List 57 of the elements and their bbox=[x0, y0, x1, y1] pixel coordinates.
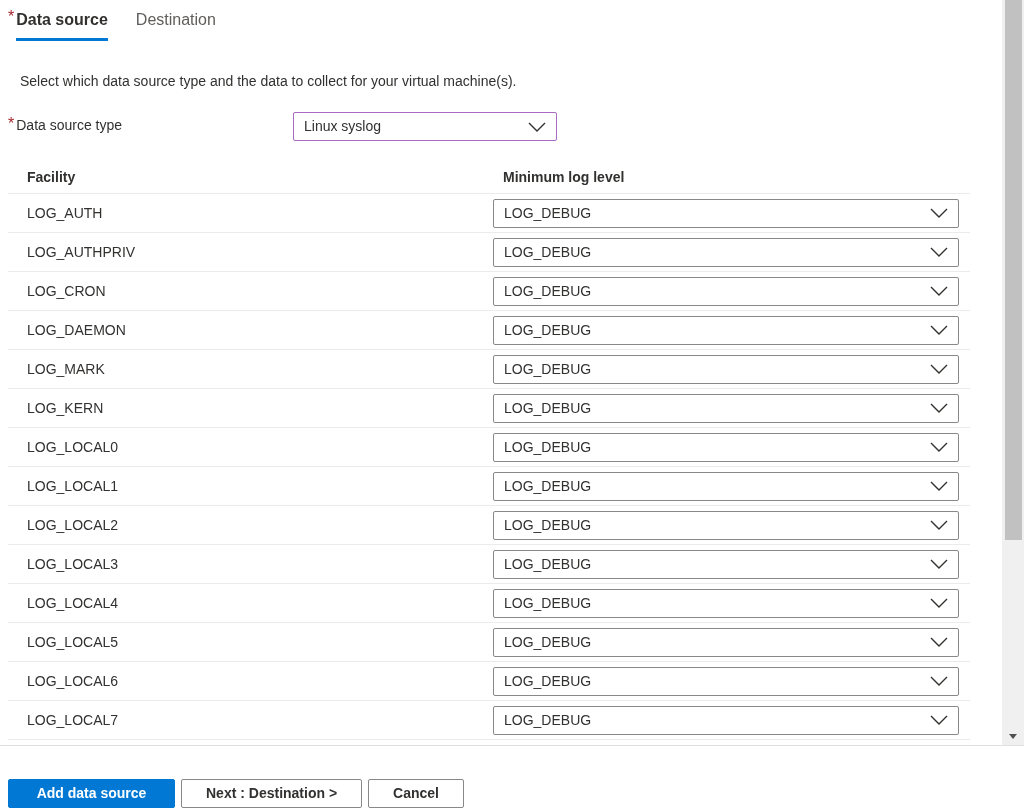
log-level-dropdown[interactable]: LOG_DEBUG bbox=[493, 315, 959, 345]
scrollbar[interactable] bbox=[1002, 0, 1024, 745]
facility-cell-text: LOG_LOCAL0 bbox=[26, 437, 120, 457]
chevron-down-icon bbox=[930, 364, 948, 374]
footer-button[interactable]: Cancel bbox=[368, 779, 464, 808]
field-label: Data source type bbox=[16, 116, 123, 135]
log-level-dropdown[interactable]: LOG_DEBUG bbox=[493, 627, 959, 657]
log-level-dropdown[interactable]: LOG_DEBUG bbox=[493, 549, 959, 579]
chevron-down-icon bbox=[930, 286, 948, 296]
chevron-down-icon bbox=[930, 403, 948, 413]
chevron-down-icon bbox=[930, 676, 948, 686]
chevron-down-icon bbox=[930, 559, 948, 569]
chevron-down-icon bbox=[930, 715, 948, 725]
column-header: Minimum log level bbox=[502, 167, 625, 187]
chevron-down-icon bbox=[528, 121, 546, 132]
log-level-dropdown[interactable]: LOG_DEBUG bbox=[493, 705, 959, 735]
facility-cell-text: LOG_CRON bbox=[26, 281, 107, 301]
scroll-down-icon[interactable] bbox=[1009, 734, 1017, 739]
chevron-down-icon bbox=[930, 637, 948, 647]
chevron-down-icon bbox=[930, 520, 948, 530]
facility-cell-text: LOG_LOCAL2 bbox=[26, 515, 120, 535]
tab[interactable]: Data source bbox=[16, 8, 108, 41]
tab[interactable]: Destination bbox=[135, 8, 216, 41]
facility-cell-text: LOG_AUTH bbox=[26, 203, 104, 223]
chevron-down-icon bbox=[930, 325, 948, 335]
facility-cell-text: LOG_DAEMON bbox=[26, 320, 127, 340]
log-level-dropdown[interactable]: LOG_DEBUG bbox=[493, 471, 959, 501]
log-level-dropdown[interactable]: LOG_DEBUG bbox=[493, 393, 959, 423]
facility-cell-text: LOG_LOCAL4 bbox=[26, 593, 120, 613]
log-level-dropdown[interactable]: LOG_DEBUG bbox=[493, 432, 959, 462]
facility-cell-text: LOG_LOCAL6 bbox=[26, 671, 120, 691]
chevron-down-icon bbox=[930, 247, 948, 257]
log-level-dropdown[interactable]: LOG_DEBUG bbox=[493, 276, 959, 306]
facility-cell-text: LOG_LOCAL7 bbox=[26, 710, 120, 730]
log-level-dropdown[interactable]: LOG_DEBUG bbox=[493, 237, 959, 267]
log-level-dropdown[interactable]: LOG_DEBUG bbox=[493, 198, 959, 228]
chevron-down-icon bbox=[930, 598, 948, 608]
description-text: Select which data source type and the data to collect for your virtual machine(s). bbox=[20, 72, 518, 91]
log-level-dropdown[interactable]: LOG_DEBUG bbox=[493, 354, 959, 384]
required-mark: * bbox=[8, 9, 15, 25]
facility-cell-text: LOG_MARK bbox=[26, 359, 106, 379]
required-mark: * bbox=[8, 116, 15, 132]
log-level-dropdown[interactable]: LOG_DEBUG bbox=[493, 666, 959, 696]
facility-cell-text: LOG_LOCAL5 bbox=[26, 632, 120, 652]
facility-cell-text: LOG_LOCAL3 bbox=[26, 554, 120, 574]
log-level-dropdown[interactable]: LOG_DEBUG bbox=[493, 510, 959, 540]
chevron-down-icon bbox=[930, 481, 948, 491]
footer-button[interactable]: Next : Destination > bbox=[181, 779, 363, 808]
data-source-type-dropdown[interactable]: Linux syslog bbox=[293, 112, 557, 141]
chevron-down-icon bbox=[930, 442, 948, 452]
facility-cell-text: LOG_AUTHPRIV bbox=[26, 242, 137, 262]
facility-cell-text: LOG_LOCAL1 bbox=[26, 476, 120, 496]
chevron-down-icon bbox=[930, 208, 948, 218]
log-level-dropdown[interactable]: LOG_DEBUG bbox=[493, 588, 959, 618]
column-header: Facility bbox=[26, 167, 77, 187]
footer-button[interactable]: Add data source bbox=[8, 779, 175, 808]
facility-cell-text: LOG_KERN bbox=[26, 398, 105, 418]
